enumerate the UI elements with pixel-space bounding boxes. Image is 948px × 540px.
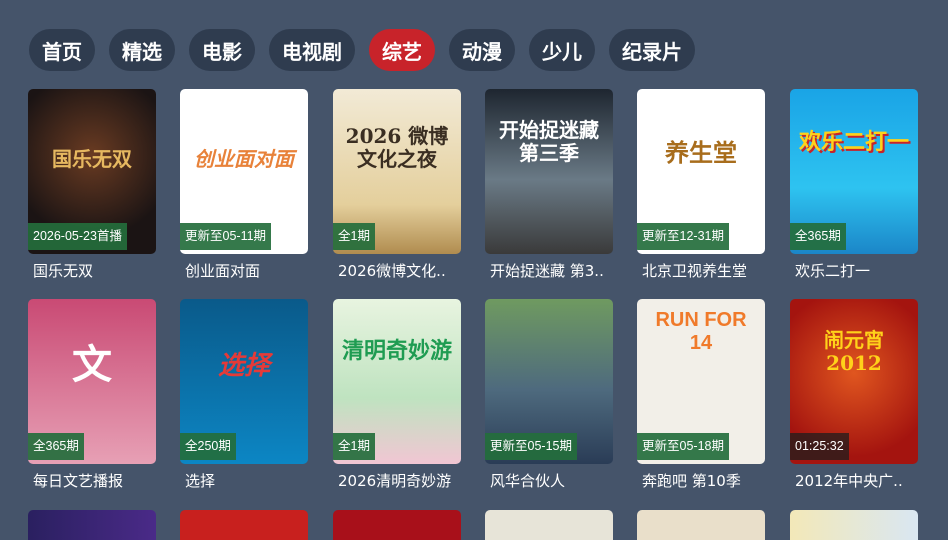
episode-badge: 全365期 xyxy=(790,223,846,250)
show-title: 每日文艺播报 xyxy=(33,472,124,490)
show-card[interactable]: 文 全365期 每日文艺播报 xyxy=(28,299,156,491)
episode-badge: 更新至05-18期 xyxy=(637,433,729,460)
tab-variety[interactable]: 综艺 xyxy=(369,29,435,71)
poster-art-text: 开始捉迷藏 第三季 xyxy=(499,117,599,165)
show-title: 2026清明奇妙游 xyxy=(338,472,452,490)
poster-art-text: RUN FOR 14 xyxy=(655,308,747,354)
duration-badge: 01:25:32 xyxy=(790,433,849,460)
poster-art-text: 文 xyxy=(72,340,112,388)
poster-art-text: 欢乐二打一 xyxy=(798,129,909,156)
tab-kids[interactable]: 少儿 xyxy=(529,29,595,71)
show-card[interactable]: 选择 全250期 选择 xyxy=(180,299,308,491)
show-card[interactable]: 清明奇妙游 全1期 2026清明奇妙游 xyxy=(333,299,461,491)
show-title: 2026微博文化.. xyxy=(338,262,446,280)
category-tabs: 首页 精选 电影 电视剧 综艺 动漫 少儿 纪录片 xyxy=(29,29,695,71)
poster-art-text: 2026 微博文化之夜 xyxy=(345,124,449,172)
show-card[interactable]: 创业面对面 更新至05-11期 创业面对面 xyxy=(180,89,308,281)
show-card-partial[interactable] xyxy=(790,510,918,540)
tab-documentary[interactable]: 纪录片 xyxy=(609,29,695,71)
show-title: 2012年中央广.. xyxy=(795,472,903,490)
tab-movies[interactable]: 电影 xyxy=(189,29,255,71)
tab-anime[interactable]: 动漫 xyxy=(449,29,515,71)
poster-art-text: 创业面对面 xyxy=(194,147,294,172)
poster-art-text: 选择 xyxy=(217,350,270,381)
show-poster: 养生堂 更新至12-31期 xyxy=(637,89,765,254)
show-poster: 开始捉迷藏 第三季 xyxy=(485,89,613,254)
show-card[interactable]: 国乐无双 2026-05-23首播 国乐无双 xyxy=(28,89,156,281)
episode-badge: 全250期 xyxy=(180,433,236,460)
poster-art-text: 国乐无双 xyxy=(52,147,132,172)
poster-art-text: 养生堂 xyxy=(665,137,737,167)
show-poster: 2026 微博文化之夜 全1期 xyxy=(333,89,461,254)
show-card[interactable]: 2026 微博文化之夜 全1期 2026微博文化.. xyxy=(333,89,461,281)
show-card-partial[interactable] xyxy=(28,510,156,540)
episode-badge: 更新至05-11期 xyxy=(180,223,272,250)
show-card-partial[interactable] xyxy=(637,510,765,540)
show-poster: 清明奇妙游 全1期 xyxy=(333,299,461,464)
show-title: 奔跑吧 第10季 xyxy=(642,472,741,490)
show-title: 欢乐二打一 xyxy=(795,262,871,280)
show-card[interactable]: 闹元宵 2012 01:25:32 2012年中央广.. xyxy=(790,299,918,491)
show-card-partial[interactable] xyxy=(333,510,461,540)
poster-art-text: 清明奇妙游 xyxy=(341,337,452,364)
show-card-partial[interactable] xyxy=(485,510,613,540)
show-title: 选择 xyxy=(185,472,216,490)
show-card[interactable]: 欢乐二打一 全365期 欢乐二打一 xyxy=(790,89,918,281)
episode-badge: 更新至05-15期 xyxy=(485,433,577,460)
show-title: 创业面对面 xyxy=(185,262,261,280)
episode-badge: 全1期 xyxy=(333,433,375,460)
tab-home[interactable]: 首页 xyxy=(29,29,95,71)
episode-badge: 2026-05-23首播 xyxy=(28,223,127,250)
show-title: 风华合伙人 xyxy=(490,472,566,490)
show-poster: RUN FOR 14 更新至05-18期 xyxy=(637,299,765,464)
show-poster: 创业面对面 更新至05-11期 xyxy=(180,89,308,254)
show-title: 开始捉迷藏 第3.. xyxy=(490,262,604,280)
episode-badge: 更新至12-31期 xyxy=(637,223,729,250)
show-card[interactable]: 开始捉迷藏 第三季 开始捉迷藏 第3.. xyxy=(485,89,613,281)
show-title: 国乐无双 xyxy=(33,262,94,280)
show-poster: 闹元宵 2012 01:25:32 xyxy=(790,299,918,464)
show-poster: 更新至05-15期 xyxy=(485,299,613,464)
show-poster: 欢乐二打一 全365期 xyxy=(790,89,918,254)
show-card[interactable]: 更新至05-15期 风华合伙人 xyxy=(485,299,613,491)
show-poster: 选择 全250期 xyxy=(180,299,308,464)
episode-badge: 全365期 xyxy=(28,433,84,460)
show-title: 北京卫视养生堂 xyxy=(642,262,748,280)
show-poster: 文 全365期 xyxy=(28,299,156,464)
episode-badge: 全1期 xyxy=(333,223,375,250)
show-card[interactable]: RUN FOR 14 更新至05-18期 奔跑吧 第10季 xyxy=(637,299,765,491)
tab-featured[interactable]: 精选 xyxy=(109,29,175,71)
tab-tv-series[interactable]: 电视剧 xyxy=(269,29,355,71)
show-card-partial[interactable] xyxy=(180,510,308,540)
show-card[interactable]: 养生堂 更新至12-31期 北京卫视养生堂 xyxy=(637,89,765,281)
show-poster: 国乐无双 2026-05-23首播 xyxy=(28,89,156,254)
poster-art-text: 闹元宵 2012 xyxy=(824,327,884,375)
